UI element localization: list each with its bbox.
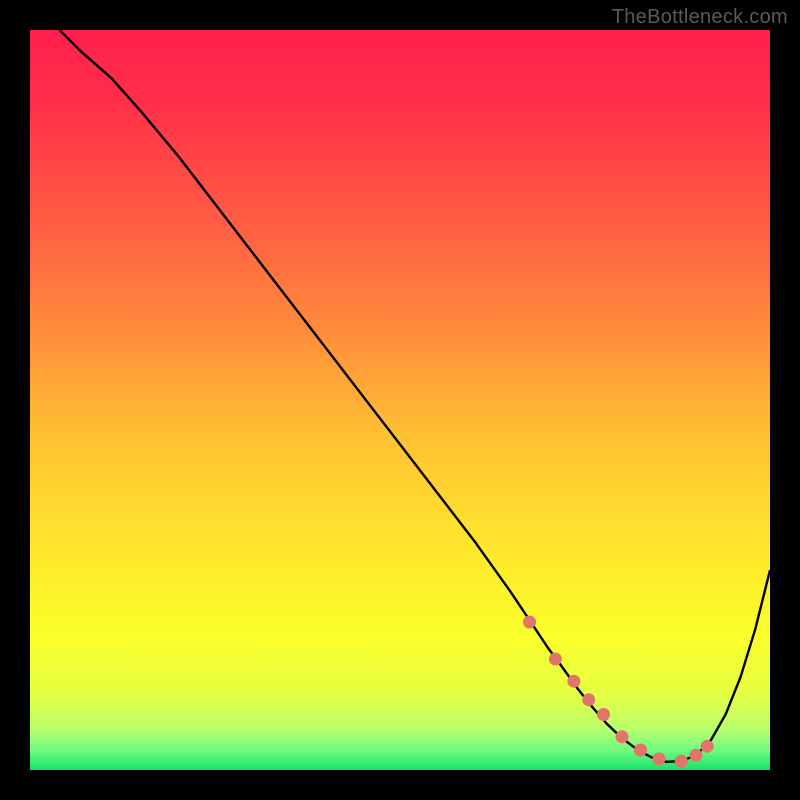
marker-dot — [675, 755, 688, 768]
marker-dot — [567, 675, 580, 688]
marker-dot — [634, 744, 647, 757]
marker-dot — [582, 693, 595, 706]
marker-dot — [597, 708, 610, 721]
marker-dot — [653, 752, 666, 765]
plot-svg — [30, 30, 770, 770]
marker-dot — [523, 616, 536, 629]
gradient-background — [30, 30, 770, 770]
marker-dot — [616, 730, 629, 743]
marker-dot — [549, 653, 562, 666]
marker-dot — [690, 749, 703, 762]
marker-dot — [701, 740, 714, 753]
plot-area — [30, 30, 770, 770]
watermark-label: TheBottleneck.com — [612, 6, 788, 29]
chart-frame: TheBottleneck.com — [0, 0, 800, 800]
